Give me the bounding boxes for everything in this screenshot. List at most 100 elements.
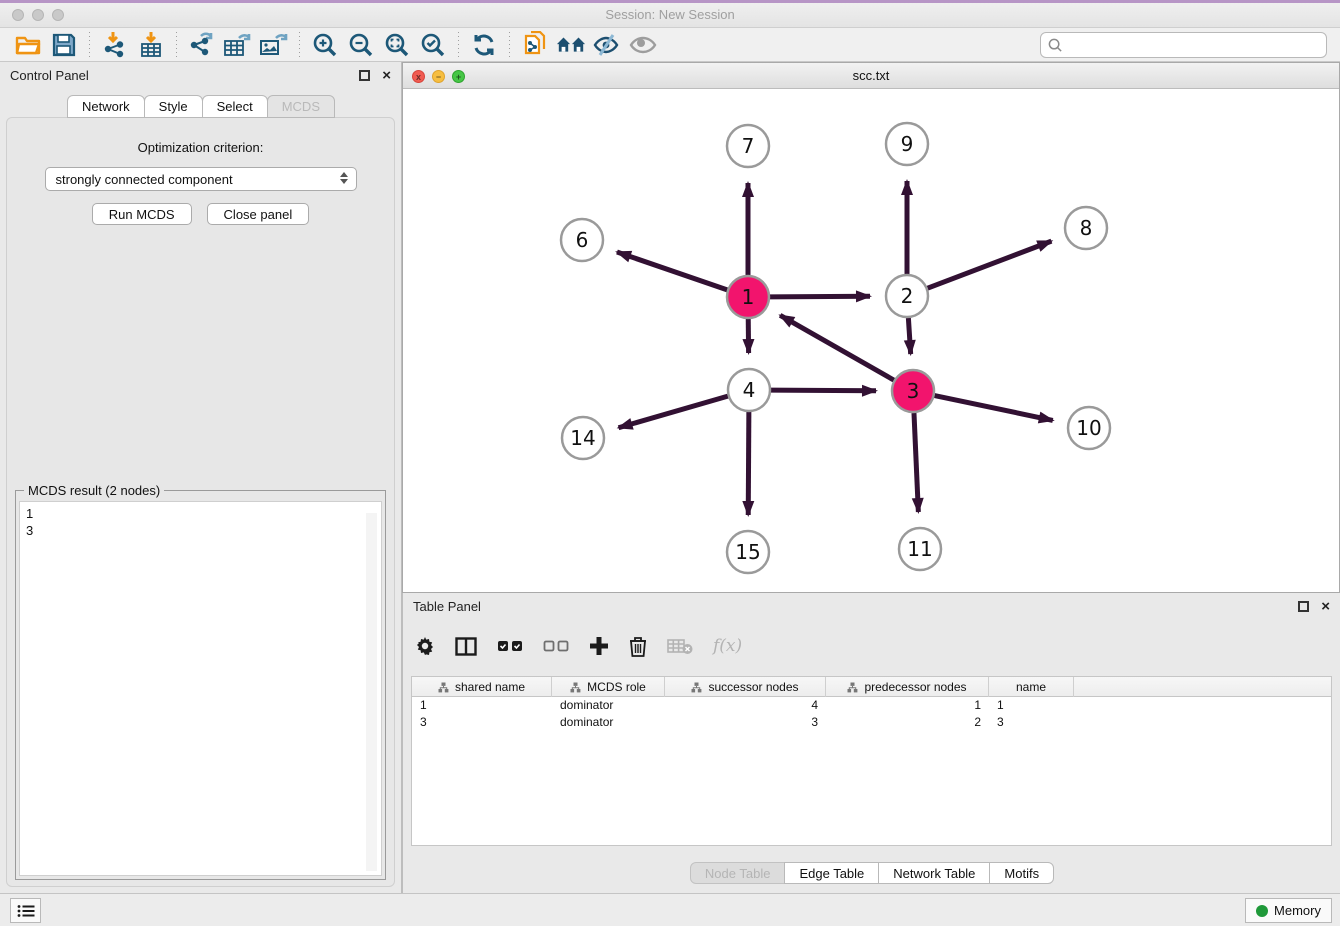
cell-shared-name[interactable]: 3 xyxy=(412,714,552,731)
import-network-button[interactable] xyxy=(100,31,130,59)
add-column-plus-icon[interactable] xyxy=(589,636,609,656)
tab-node-table[interactable]: Node Table xyxy=(690,862,786,884)
column-header-shared-name[interactable]: shared name xyxy=(412,677,552,697)
network-window-titlebar[interactable]: x − + scc.txt xyxy=(403,63,1339,89)
open-session-button[interactable] xyxy=(13,31,43,59)
network-graph[interactable]: 7968124314101511 xyxy=(403,89,1337,592)
search-icon xyxy=(1048,38,1063,53)
edge-3-1[interactable] xyxy=(780,315,894,380)
zoom-in-button[interactable] xyxy=(310,31,340,59)
cell-successor-nodes[interactable]: 3 xyxy=(665,714,826,731)
dropdown-stepper-icon xyxy=(340,172,348,184)
search-field[interactable] xyxy=(1040,32,1327,58)
tab-select[interactable]: Select xyxy=(202,95,268,118)
import-table-button[interactable] xyxy=(136,31,166,59)
optimization-criterion-label: Optimization criterion: xyxy=(7,140,394,155)
result-scrollbar[interactable] xyxy=(366,513,377,871)
mcds-result-line: 1 xyxy=(26,505,375,522)
column-header-name[interactable]: name xyxy=(989,677,1074,697)
deselect-all-icon[interactable] xyxy=(543,640,569,652)
import-table-icon xyxy=(138,31,164,59)
cell-name[interactable]: 3 xyxy=(989,714,1074,731)
zoom-out-button[interactable] xyxy=(346,31,376,59)
table-row[interactable]: 1 dominator 4 1 1 xyxy=(412,697,1331,714)
import-network-icon xyxy=(102,31,128,59)
close-panel-icon[interactable]: × xyxy=(382,70,391,81)
hide-selected-button[interactable] xyxy=(592,31,622,59)
refresh-layout-button[interactable] xyxy=(469,31,499,59)
application-window: Session: New Session xyxy=(0,0,1340,926)
toolbar-separator xyxy=(299,32,300,58)
save-session-button[interactable] xyxy=(49,31,79,59)
table-header-row: shared name MCDS role successor nodes pr… xyxy=(412,677,1331,697)
mcds-result-textarea[interactable]: 1 3 xyxy=(19,501,382,876)
export-image-button[interactable] xyxy=(259,31,289,59)
cell-mcds-role[interactable]: dominator xyxy=(552,697,665,714)
node-label-3: 3 xyxy=(907,379,920,403)
export-network-button[interactable] xyxy=(187,31,217,59)
table-panel-header: Table Panel × xyxy=(403,593,1340,620)
float-table-panel-icon[interactable] xyxy=(1298,601,1309,612)
edge-4-14[interactable] xyxy=(619,396,728,428)
close-panel-button[interactable]: Close panel xyxy=(207,203,310,225)
node-label-8: 8 xyxy=(1080,216,1093,240)
cell-shared-name[interactable]: 1 xyxy=(412,697,552,714)
edge-1-6[interactable] xyxy=(617,252,727,290)
refresh-icon xyxy=(471,32,497,58)
edge-4-3[interactable] xyxy=(771,390,876,391)
cell-predecessor-nodes[interactable]: 1 xyxy=(826,697,989,714)
edge-4-15[interactable] xyxy=(748,412,749,515)
column-header-predecessor-nodes[interactable]: predecessor nodes xyxy=(826,677,989,697)
cell-successor-nodes[interactable]: 4 xyxy=(665,697,826,714)
show-all-button[interactable] xyxy=(628,31,658,59)
table-panel: Table Panel × xyxy=(402,593,1340,893)
tab-network-table[interactable]: Network Table xyxy=(878,862,990,884)
run-mcds-button[interactable]: Run MCDS xyxy=(92,203,192,225)
control-panel-tabs: Network Style Select MCDS xyxy=(0,95,401,118)
tab-mcds[interactable]: MCDS xyxy=(267,95,335,118)
edge-3-10[interactable] xyxy=(935,396,1053,421)
zoom-selected-button[interactable] xyxy=(418,31,448,59)
delete-column-trash-icon[interactable] xyxy=(629,636,647,657)
column-header-successor-nodes[interactable]: successor nodes xyxy=(665,677,826,697)
edge-3-11[interactable] xyxy=(914,413,918,512)
column-sort-icon xyxy=(691,682,702,693)
node-label-4: 4 xyxy=(743,378,756,402)
tab-edge-table[interactable]: Edge Table xyxy=(784,862,879,884)
task-history-button[interactable] xyxy=(10,898,41,923)
float-panel-icon[interactable] xyxy=(359,70,370,81)
column-header-mcds-role[interactable]: MCDS role xyxy=(552,677,665,697)
node-table[interactable]: shared name MCDS role successor nodes pr… xyxy=(411,676,1332,846)
column-sort-icon xyxy=(847,682,858,693)
node-label-10: 10 xyxy=(1076,416,1101,440)
memory-button[interactable]: Memory xyxy=(1245,898,1332,923)
column-pane-icon[interactable] xyxy=(455,637,477,656)
tab-network[interactable]: Network xyxy=(67,95,145,118)
cell-predecessor-nodes[interactable]: 2 xyxy=(826,714,989,731)
zoom-in-icon xyxy=(312,32,338,58)
export-table-button[interactable] xyxy=(223,31,253,59)
cell-name[interactable]: 1 xyxy=(989,697,1074,714)
edge-1-2[interactable] xyxy=(770,296,870,297)
search-input[interactable] xyxy=(1063,38,1326,53)
tab-style[interactable]: Style xyxy=(144,95,203,118)
edge-2-3[interactable] xyxy=(908,318,910,354)
mcds-result-line: 3 xyxy=(26,522,375,539)
cell-mcds-role[interactable]: dominator xyxy=(552,714,665,731)
duplicate-network-button[interactable] xyxy=(520,31,550,59)
table-row[interactable]: 3 dominator 3 2 3 xyxy=(412,714,1331,731)
export-table-icon xyxy=(223,32,253,58)
close-table-panel-icon[interactable]: × xyxy=(1321,601,1330,612)
select-all-icon[interactable] xyxy=(497,640,523,652)
first-neighbors-button[interactable] xyxy=(556,31,586,59)
titlebar[interactable]: Session: New Session xyxy=(0,3,1340,28)
node-label-1: 1 xyxy=(742,285,755,309)
optimization-criterion-select[interactable]: strongly connected component xyxy=(45,167,357,191)
zoom-fit-button[interactable] xyxy=(382,31,412,59)
toolbar-separator xyxy=(89,32,90,58)
network-canvas[interactable]: 7968124314101511 xyxy=(403,89,1339,592)
delete-table-icon-disabled xyxy=(667,637,693,655)
table-settings-gear-icon[interactable] xyxy=(415,636,435,656)
tab-motifs[interactable]: Motifs xyxy=(989,862,1054,884)
edge-2-8[interactable] xyxy=(928,241,1052,288)
